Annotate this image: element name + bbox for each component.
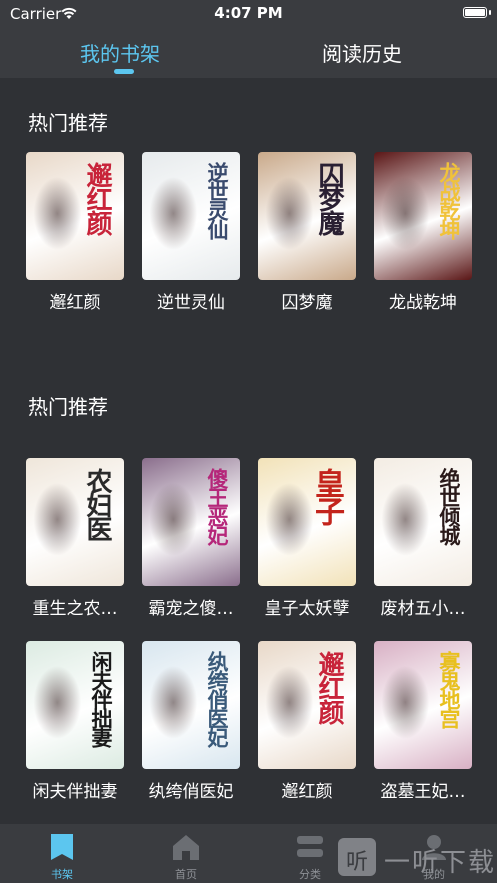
book-title: 废材五小… (380, 599, 466, 619)
battery-cap (489, 10, 491, 15)
book-title: 纨绔俏医妃 (148, 782, 234, 802)
cover-title: 逆世灵仙 (205, 162, 230, 238)
book-card[interactable]: 逆世灵仙 逆世灵仙 (142, 152, 240, 313)
cover-title: 绝世倾城 (437, 468, 462, 544)
book-card[interactable]: 邂红颜 邂红颜 (258, 641, 356, 802)
cover-title: 闲夫伴拙妻 (89, 651, 114, 746)
nav-bookshelf[interactable]: 书架 (0, 824, 124, 883)
nav-home[interactable]: 首页 (124, 824, 248, 883)
active-tab-indicator (114, 69, 134, 74)
battery-icon (463, 7, 487, 18)
book-card[interactable]: 纨绔俏医妃 纨绔俏医妃 (142, 641, 240, 802)
tab-reading-history[interactable]: 阅读历史 (322, 38, 402, 67)
watermark-glyph: 听 (345, 850, 368, 875)
home-icon (173, 835, 199, 860)
book-cover[interactable]: 纨绔俏医妃 (142, 641, 240, 769)
book-title: 邂红颜 (49, 293, 101, 313)
top-tab-bar: 我的书架 阅读历史 (0, 28, 497, 78)
nav-home-label: 首页 (175, 868, 197, 881)
book-title: 邂红颜 (281, 782, 333, 802)
book-cover[interactable]: 逆世灵仙 (142, 152, 240, 280)
cover-title: 邂红颜 (314, 651, 344, 723)
book-title: 囚梦魔 (281, 293, 333, 313)
section-title-hot-2: 热门推荐 (28, 395, 108, 419)
book-cover[interactable]: 闲夫伴拙妻 (26, 641, 124, 769)
book-cover[interactable]: 农妇医 (26, 458, 124, 586)
watermark-text: 一听下载 (384, 848, 497, 878)
book-title: 盗墓王妃… (380, 782, 466, 802)
book-cover[interactable]: 寡鬼地宫 (374, 641, 472, 769)
tab-my-bookshelf[interactable]: 我的书架 (80, 38, 160, 67)
book-card[interactable]: 农妇医重生之农… (26, 458, 124, 619)
cover-title: 农妇医 (82, 468, 112, 540)
book-title: 皇子太妖孽 (264, 599, 350, 619)
book-title: 龙战乾坤 (389, 293, 457, 313)
book-card[interactable]: 傻王恶妃霸宠之傻… (142, 458, 240, 619)
book-card[interactable]: 囚梦魔 囚梦魔 (258, 152, 356, 313)
clock: 4:07 PM (214, 4, 283, 22)
cover-title: 囚梦魔 (314, 162, 344, 234)
nav-bookshelf-label: 书架 (51, 868, 73, 881)
cover-title: 寡鬼地宫 (437, 651, 462, 727)
watermark: 听 一听下载 (338, 838, 497, 878)
book-title: 逆世灵仙 (157, 293, 225, 313)
book-cover[interactable]: 邂红颜 (26, 152, 124, 280)
book-cover[interactable]: 邂红颜 (258, 641, 356, 769)
category-icon (297, 836, 323, 857)
status-bar: Carrier 4:07 PM (0, 0, 497, 28)
book-title: 闲夫伴拙妻 (32, 782, 118, 802)
book-card[interactable]: 皇子皇子太妖孽 (258, 458, 356, 619)
section-title-hot: 热门推荐 (28, 111, 108, 135)
book-card[interactable]: 寡鬼地宫盗墓王妃… (374, 641, 472, 802)
book-card[interactable]: 龙战乾坤 龙战乾坤 (374, 152, 472, 313)
book-cover[interactable]: 龙战乾坤 (374, 152, 472, 280)
cover-title: 傻王恶妃 (205, 468, 230, 544)
cover-title: 邂红颜 (82, 162, 112, 234)
book-card[interactable]: 绝世倾城废材五小… (374, 458, 472, 619)
book-cover[interactable]: 绝世倾城 (374, 458, 472, 586)
book-card[interactable]: 邂红颜 邂红颜 (26, 152, 124, 313)
book-title: 霸宠之傻… (148, 599, 234, 619)
book-cover[interactable]: 皇子 (258, 458, 356, 586)
watermark-logo: 听 (338, 838, 376, 876)
book-card[interactable]: 闲夫伴拙妻 闲夫伴拙妻 (26, 641, 124, 802)
cover-title: 纨绔俏医妃 (205, 651, 230, 746)
book-cover[interactable]: 傻王恶妃 (142, 458, 240, 586)
book-title: 重生之农… (32, 599, 118, 619)
cover-title: 皇子 (309, 468, 344, 524)
cover-title: 龙战乾坤 (437, 162, 462, 238)
bookmark-icon (51, 834, 73, 860)
book-cover[interactable]: 囚梦魔 (258, 152, 356, 280)
